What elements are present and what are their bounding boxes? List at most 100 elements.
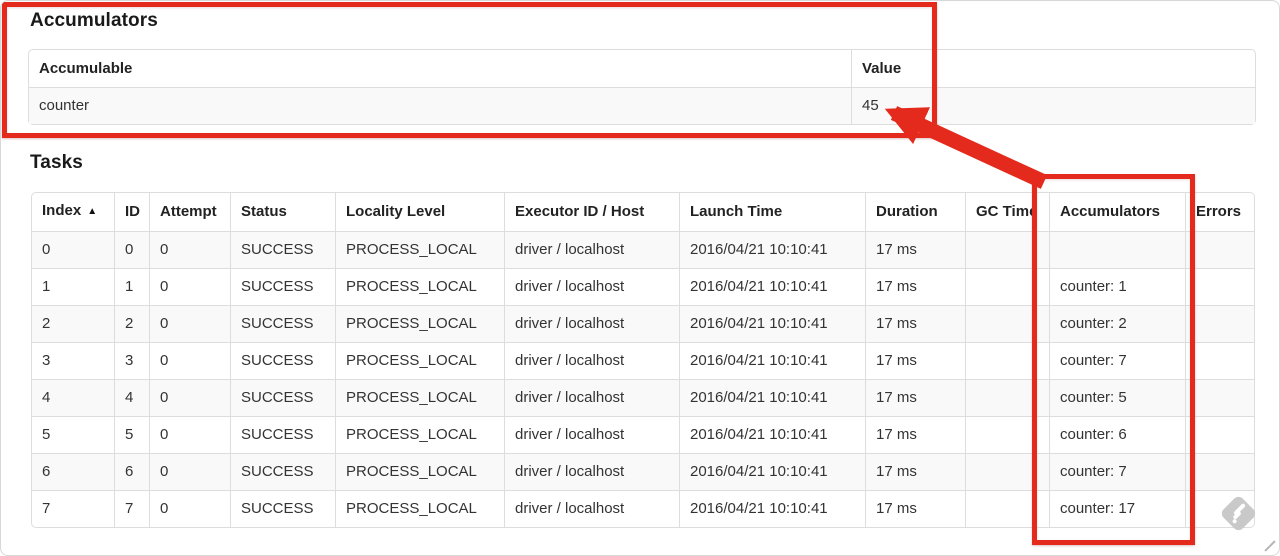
- cell-id: 3: [114, 342, 149, 379]
- cell-duration: 17 ms: [865, 416, 965, 453]
- column-header-attempt[interactable]: Attempt: [149, 193, 230, 231]
- cell-locality_level: PROCESS_LOCAL: [335, 342, 504, 379]
- column-header-accumulable[interactable]: Accumulable: [29, 50, 851, 87]
- column-header-errors[interactable]: Errors: [1185, 193, 1254, 231]
- cell-gc_time: [965, 231, 1049, 268]
- table-row: 3 3 0 SUCCESS PROCESS_LOCAL driver / localhos…: [32, 342, 1254, 379]
- cell-launch_time: 2016/04/21 10:10:41: [679, 379, 865, 416]
- column-header-executor-id-host[interactable]: Executor ID / Host: [504, 193, 679, 231]
- cell-gc_time: [965, 268, 1049, 305]
- spark-stage-details-page: Accumulators Accumulable Value counter 45…: [0, 0, 1280, 556]
- cell-gc_time: [965, 490, 1049, 527]
- cell-locality_level: PROCESS_LOCAL: [335, 416, 504, 453]
- cell-gc_time: [965, 453, 1049, 490]
- column-header-index[interactable]: Index ▲: [32, 193, 114, 231]
- cell-executor_id_host: driver / localhost: [504, 453, 679, 490]
- column-header-duration[interactable]: Duration: [865, 193, 965, 231]
- accumulators-section-title: Accumulators: [30, 10, 158, 31]
- cell-errors: [1185, 305, 1254, 342]
- cell-executor_id_host: driver / localhost: [504, 268, 679, 305]
- cell-errors: [1185, 342, 1254, 379]
- accumulators-table: Accumulable Value counter 45: [28, 49, 1256, 125]
- cell-attempt: 0: [149, 416, 230, 453]
- cell-locality_level: PROCESS_LOCAL: [335, 231, 504, 268]
- cell-index: 3: [32, 342, 114, 379]
- cell-status: SUCCESS: [230, 453, 335, 490]
- column-header-gc-time[interactable]: GC Time: [965, 193, 1049, 231]
- column-header-id[interactable]: ID: [114, 193, 149, 231]
- cell-launch_time: 2016/04/21 10:10:41: [679, 416, 865, 453]
- cell-id: 0: [114, 231, 149, 268]
- table-row: 1 1 0 SUCCESS PROCESS_LOCAL driver / localhos…: [32, 268, 1254, 305]
- cell-status: SUCCESS: [230, 231, 335, 268]
- cell-accumulators: [1049, 231, 1185, 268]
- cell-executor_id_host: driver / localhost: [504, 490, 679, 527]
- cell-accumulable: counter: [29, 87, 851, 124]
- cell-errors: [1185, 416, 1254, 453]
- cell-launch_time: 2016/04/21 10:10:41: [679, 453, 865, 490]
- cell-executor_id_host: driver / localhost: [504, 305, 679, 342]
- cell-errors: [1185, 379, 1254, 416]
- cell-gc_time: [965, 305, 1049, 342]
- cell-locality_level: PROCESS_LOCAL: [335, 453, 504, 490]
- cell-gc_time: [965, 416, 1049, 453]
- cell-executor_id_host: driver / localhost: [504, 231, 679, 268]
- cell-duration: 17 ms: [865, 305, 965, 342]
- cell-duration: 17 ms: [865, 342, 965, 379]
- cell-launch_time: 2016/04/21 10:10:41: [679, 490, 865, 527]
- column-header-accumulators[interactable]: Accumulators: [1049, 193, 1185, 231]
- table-row: counter 45: [29, 87, 1255, 124]
- cell-executor_id_host: driver / localhost: [504, 379, 679, 416]
- cell-id: 4: [114, 379, 149, 416]
- cell-id: 2: [114, 305, 149, 342]
- column-header-launch-time[interactable]: Launch Time: [679, 193, 865, 231]
- cell-duration: 17 ms: [865, 490, 965, 527]
- cell-locality_level: PROCESS_LOCAL: [335, 490, 504, 527]
- column-header-value[interactable]: Value: [851, 50, 1255, 87]
- cell-attempt: 0: [149, 305, 230, 342]
- cell-attempt: 0: [149, 268, 230, 305]
- cell-attempt: 0: [149, 231, 230, 268]
- sort-ascending-icon: ▲: [87, 206, 98, 217]
- cell-status: SUCCESS: [230, 379, 335, 416]
- cell-attempt: 0: [149, 342, 230, 379]
- cell-accumulators: counter: 5: [1049, 379, 1185, 416]
- cell-attempt: 0: [149, 490, 230, 527]
- cell-executor_id_host: driver / localhost: [504, 342, 679, 379]
- cell-status: SUCCESS: [230, 490, 335, 527]
- cell-status: SUCCESS: [230, 342, 335, 379]
- table-row: 0 0 0 SUCCESS PROCESS_LOCAL driver / localhos…: [32, 231, 1254, 268]
- cell-index: 5: [32, 416, 114, 453]
- cell-errors: [1185, 453, 1254, 490]
- cell-id: 1: [114, 268, 149, 305]
- accumulators-table-header-row: Accumulable Value: [29, 50, 1255, 87]
- table-row: 7 7 0 SUCCESS PROCESS_LOCAL driver / localhos…: [32, 490, 1254, 527]
- table-row: 5 5 0 SUCCESS PROCESS_LOCAL driver / localhos…: [32, 416, 1254, 453]
- tasks-table-header-row: Index ▲ ID Attempt Status Locality Level …: [32, 193, 1254, 231]
- cell-locality_level: PROCESS_LOCAL: [335, 305, 504, 342]
- cell-index: 6: [32, 453, 114, 490]
- cell-accumulators: counter: 2: [1049, 305, 1185, 342]
- cell-executor_id_host: driver / localhost: [504, 416, 679, 453]
- tasks-table: Index ▲ ID Attempt Status Locality Level …: [31, 192, 1255, 528]
- column-header-index-label: Index: [42, 202, 82, 219]
- cell-locality_level: PROCESS_LOCAL: [335, 379, 504, 416]
- cell-index: 0: [32, 231, 114, 268]
- cell-duration: 17 ms: [865, 231, 965, 268]
- column-header-status[interactable]: Status: [230, 193, 335, 231]
- table-row: 2 2 0 SUCCESS PROCESS_LOCAL driver / localhos…: [32, 305, 1254, 342]
- cell-index: 7: [32, 490, 114, 527]
- cell-launch_time: 2016/04/21 10:10:41: [679, 342, 865, 379]
- cell-index: 4: [32, 379, 114, 416]
- cell-accumulators: counter: 7: [1049, 342, 1185, 379]
- cell-id: 7: [114, 490, 149, 527]
- cell-gc_time: [965, 342, 1049, 379]
- cell-accumulators: counter: 1: [1049, 268, 1185, 305]
- cell-duration: 17 ms: [865, 268, 965, 305]
- tasks-section-title: Tasks: [30, 152, 83, 173]
- cell-accumulators: counter: 17: [1049, 490, 1185, 527]
- column-header-locality-level[interactable]: Locality Level: [335, 193, 504, 231]
- cell-launch_time: 2016/04/21 10:10:41: [679, 268, 865, 305]
- cell-index: 2: [32, 305, 114, 342]
- cell-errors: [1185, 231, 1254, 268]
